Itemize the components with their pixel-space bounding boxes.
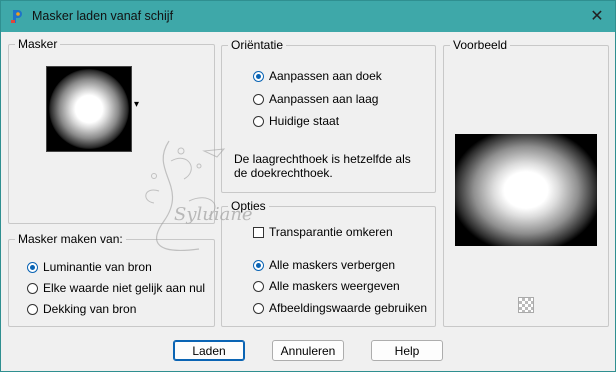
- mask-dropdown-icon[interactable]: ▾: [134, 99, 139, 110]
- mask-source-group-label: Masker maken van:: [15, 232, 126, 246]
- radio-use-image-value-indicator[interactable]: [253, 302, 264, 314]
- radio-luminance[interactable]: Luminantie van bron: [27, 259, 152, 275]
- radio-use-image-value[interactable]: Afbeeldingswaarde gebruiken: [253, 300, 427, 316]
- radio-luminance-indicator[interactable]: [27, 261, 38, 273]
- radio-fit-layer-label: Aanpassen aan laag: [269, 92, 379, 106]
- radio-fit-layer-indicator[interactable]: [253, 93, 264, 105]
- radio-fit-canvas-indicator[interactable]: [253, 70, 264, 82]
- radio-opacity-indicator[interactable]: [27, 303, 38, 315]
- orientation-note-line-1: De laagrechthoek is hetzelfde als: [234, 152, 411, 166]
- mask-source-group: Masker maken van: Luminantie van bron El…: [8, 232, 215, 327]
- preview-group-label: Voorbeeld: [450, 38, 511, 52]
- radio-nonzero-label: Elke waarde niet gelijk aan nul: [43, 281, 206, 295]
- transparency-toggle-icon[interactable]: [518, 297, 534, 313]
- mask-group: Masker ▾: [8, 37, 215, 224]
- invert-transparency-box[interactable]: [253, 226, 264, 238]
- title-bar[interactable]: Masker laden vanaf schijf ✕: [1, 1, 615, 32]
- radio-current-state[interactable]: Huidige staat: [253, 113, 339, 129]
- help-button[interactable]: Help: [371, 340, 443, 361]
- radio-luminance-label: Luminantie van bron: [43, 260, 152, 274]
- watermark-text: Syluiane: [174, 204, 253, 225]
- radio-opacity-label: Dekking van bron: [43, 302, 137, 316]
- invert-transparency-label: Transparantie omkeren: [269, 225, 393, 239]
- invert-transparency-checkbox[interactable]: Transparantie omkeren: [253, 224, 393, 240]
- radio-hide-all-masks-label: Alle maskers verbergen: [269, 258, 396, 272]
- radio-opacity[interactable]: Dekking van bron: [27, 301, 136, 317]
- radio-fit-canvas[interactable]: Aanpassen aan doek: [253, 68, 382, 84]
- cancel-button[interactable]: Annuleren: [272, 340, 344, 361]
- mask-group-label: Masker: [15, 37, 61, 51]
- options-group: Opties Transparantie omkeren Alle masker…: [221, 199, 436, 327]
- radio-hide-all-masks-indicator[interactable]: [253, 259, 264, 271]
- preview-group: Voorbeeld: [443, 38, 609, 327]
- orientation-note: De laagrechthoek is hetzelfde als de doe…: [234, 152, 411, 180]
- mask-thumbnail[interactable]: [46, 66, 132, 152]
- radio-fit-canvas-label: Aanpassen aan doek: [269, 69, 382, 83]
- radio-show-all-masks-label: Alle maskers weergeven: [269, 279, 400, 293]
- radio-nonzero[interactable]: Elke waarde niet gelijk aan nul: [27, 280, 205, 296]
- radio-nonzero-indicator[interactable]: [27, 282, 38, 294]
- dialog-window: Masker laden vanaf schijf ✕ Masker ▾ Mas…: [0, 0, 616, 372]
- app-icon: [11, 10, 22, 23]
- orientation-note-line-2: de doekrechthoek.: [234, 166, 333, 180]
- radio-show-all-masks[interactable]: Alle maskers weergeven: [253, 278, 400, 294]
- window-title: Masker laden vanaf schijf: [32, 9, 174, 23]
- radio-hide-all-masks[interactable]: Alle maskers verbergen: [253, 257, 395, 273]
- radio-use-image-value-label: Afbeeldingswaarde gebruiken: [269, 301, 428, 315]
- preview-image: [455, 134, 597, 246]
- close-icon[interactable]: ✕: [587, 7, 607, 27]
- radio-current-state-label: Huidige staat: [269, 114, 340, 128]
- load-button[interactable]: Laden: [173, 340, 245, 361]
- radio-show-all-masks-indicator[interactable]: [253, 280, 264, 292]
- orientation-group-label: Oriëntatie: [228, 38, 287, 52]
- orientation-group: Oriëntatie Aanpassen aan doek Aanpassen …: [221, 38, 436, 193]
- radio-current-state-indicator[interactable]: [253, 115, 264, 127]
- radio-fit-layer[interactable]: Aanpassen aan laag: [253, 91, 378, 107]
